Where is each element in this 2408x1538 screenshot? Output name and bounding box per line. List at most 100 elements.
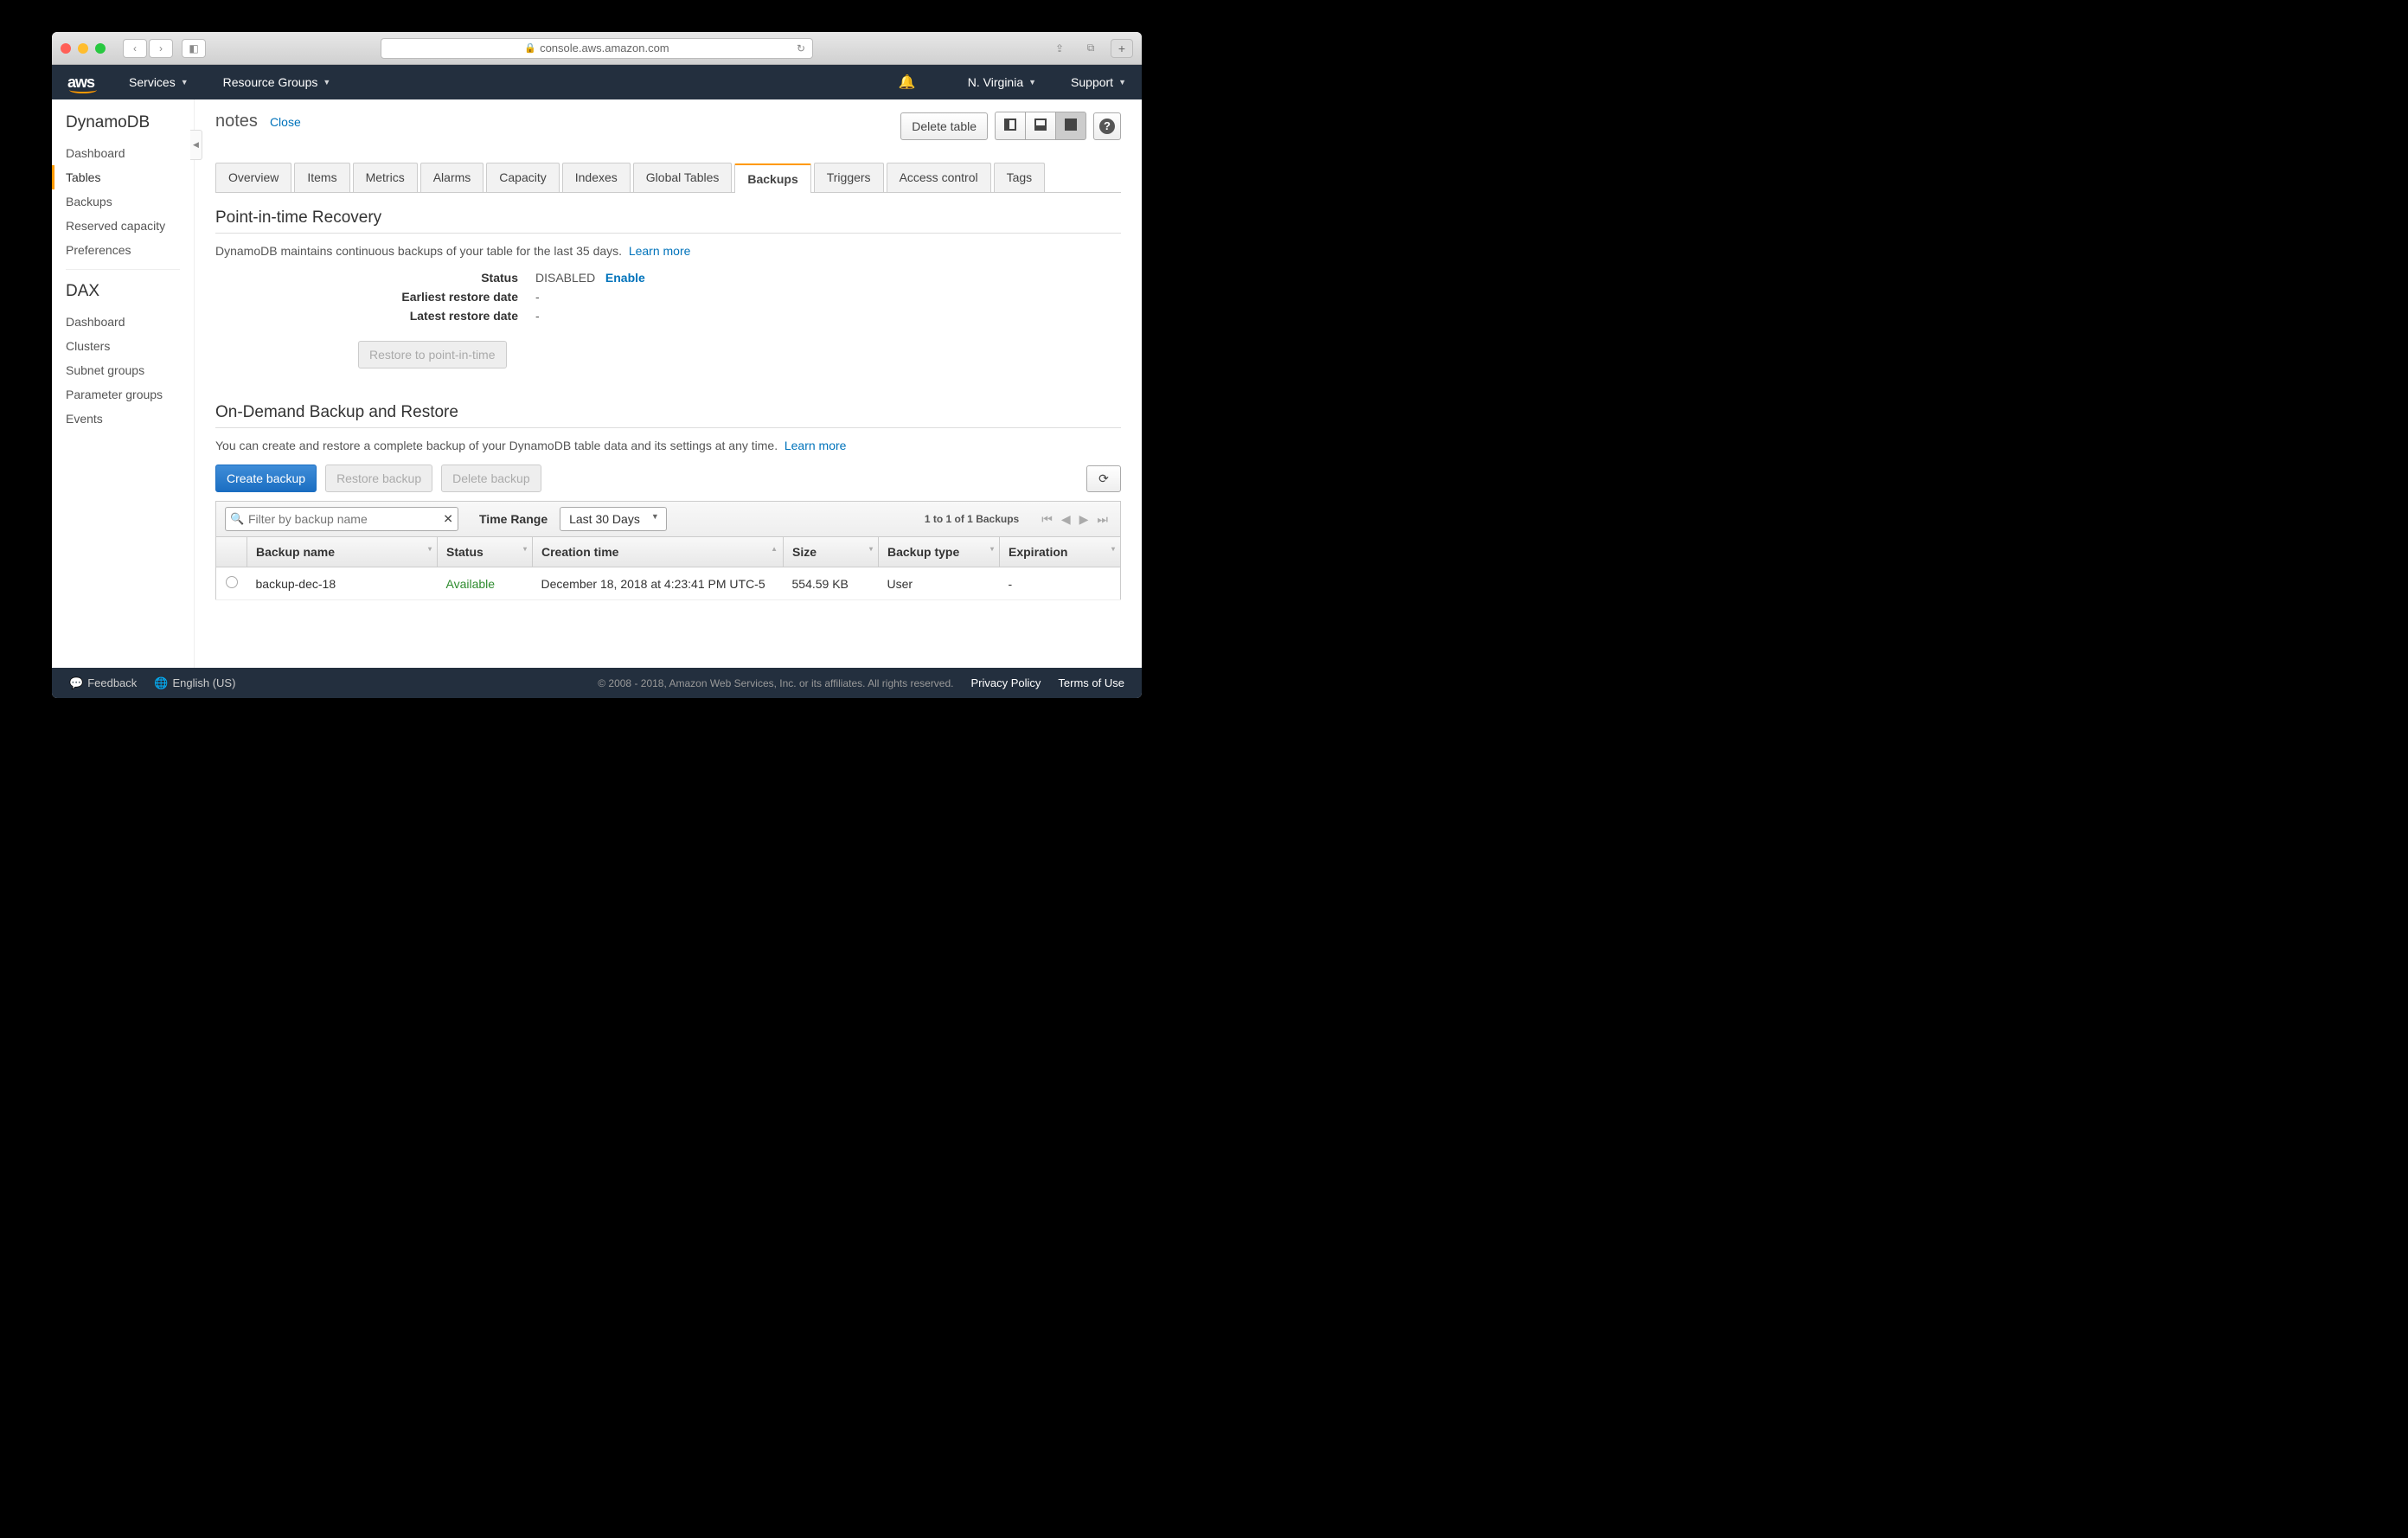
pager-last-button[interactable]: ⏭ <box>1093 512 1111 527</box>
maximize-window-button[interactable] <box>95 43 106 54</box>
delete-table-button[interactable]: Delete table <box>900 112 988 140</box>
refresh-button[interactable]: ⟳ <box>1086 465 1121 492</box>
sidebar-item-backups[interactable]: Backups <box>52 189 194 214</box>
tab-metrics[interactable]: Metrics <box>353 163 418 192</box>
create-backup-button[interactable]: Create backup <box>215 465 317 492</box>
help-icon: ? <box>1099 119 1115 134</box>
sidebar-item-tables[interactable]: Tables <box>52 165 194 189</box>
clear-filter-button[interactable]: ✕ <box>443 512 453 527</box>
pitr-status-label: Status <box>215 271 535 285</box>
column-backup-type[interactable]: Backup type▾ <box>879 537 1000 567</box>
forward-button[interactable]: › <box>149 39 173 58</box>
column-status[interactable]: Status▾ <box>438 537 533 567</box>
tab-items[interactable]: Items <box>294 163 349 192</box>
tab-access-control[interactable]: Access control <box>887 163 991 192</box>
close-window-button[interactable] <box>61 43 71 54</box>
layout-bottom-button[interactable] <box>1025 112 1055 140</box>
sidebar-heading-dax: DAX <box>52 277 194 306</box>
tab-overview[interactable]: Overview <box>215 163 291 192</box>
terms-link[interactable]: Terms of Use <box>1058 676 1124 689</box>
sort-icon: ▾ <box>990 545 994 553</box>
pager-first-button[interactable]: ⏮ <box>1038 512 1056 527</box>
tab-capacity[interactable]: Capacity <box>486 163 559 192</box>
sidebar-item-clusters[interactable]: Clusters <box>52 334 194 358</box>
region-menu[interactable]: N. Virginia ▼ <box>968 75 1036 89</box>
sidebar-item-subnet-groups[interactable]: Subnet groups <box>52 358 194 382</box>
globe-icon: 🌐 <box>154 676 168 690</box>
pager-next-button[interactable]: ▶ <box>1076 512 1092 527</box>
expiration-cell: - <box>1000 567 1121 600</box>
help-button[interactable]: ? <box>1093 112 1121 140</box>
pitr-learn-more-link[interactable]: Learn more <box>629 244 691 258</box>
tab-backups[interactable]: Backups <box>734 163 810 193</box>
backups-table: Backup name▾Status▾Creation time▲Size▾Ba… <box>215 537 1121 600</box>
close-link[interactable]: Close <box>270 115 301 129</box>
sidebar-item-dashboard[interactable]: Dashboard <box>52 310 194 334</box>
refresh-icon: ⟳ <box>1098 471 1109 486</box>
panel-bottom-icon <box>1034 119 1047 131</box>
column-creation-time[interactable]: Creation time▲ <box>533 537 784 567</box>
sort-icon: ▾ <box>1111 545 1115 553</box>
pager-info: 1 to 1 of 1 Backups <box>925 513 1019 525</box>
column-size[interactable]: Size▾ <box>784 537 879 567</box>
creation-cell: December 18, 2018 at 4:23:41 PM UTC-5 <box>533 567 784 600</box>
share-button[interactable]: ⇪ <box>1048 39 1071 58</box>
tab-global-tables[interactable]: Global Tables <box>633 163 733 192</box>
sidebar-item-dashboard[interactable]: Dashboard <box>52 141 194 165</box>
address-bar[interactable]: 🔒 console.aws.amazon.com ↻ <box>381 38 813 59</box>
restore-backup-button: Restore backup <box>325 465 432 492</box>
time-range-label: Time Range <box>479 512 548 526</box>
chevron-down-icon: ▼ <box>181 78 189 87</box>
column-backup-name[interactable]: Backup name▾ <box>247 537 438 567</box>
sort-icon: ▾ <box>428 545 432 553</box>
feedback-link[interactable]: 💬 Feedback <box>69 676 137 690</box>
tab-triggers[interactable]: Triggers <box>814 163 884 192</box>
address-text: console.aws.amazon.com <box>540 42 669 54</box>
layout-left-button[interactable] <box>995 112 1025 140</box>
notifications-button[interactable]: 🔔 <box>899 74 916 91</box>
sidebar: ◀ DynamoDB DashboardTablesBackupsReserve… <box>52 99 195 668</box>
tab-indexes[interactable]: Indexes <box>562 163 631 192</box>
layout-full-button[interactable] <box>1055 112 1086 140</box>
resource-groups-menu[interactable]: Resource Groups ▼ <box>223 75 331 89</box>
backup-name-cell: backup-dec-18 <box>247 567 438 600</box>
pitr-latest-value: - <box>535 309 540 323</box>
sidebar-icon: ◧ <box>189 42 198 54</box>
tabs-button[interactable]: ⧉ <box>1079 39 1102 58</box>
tab-tags[interactable]: Tags <box>994 163 1046 192</box>
pitr-enable-link[interactable]: Enable <box>605 271 645 285</box>
sidebar-item-reserved-capacity[interactable]: Reserved capacity <box>52 214 194 238</box>
tab-alarms[interactable]: Alarms <box>420 163 484 192</box>
search-icon: 🔍 <box>230 512 244 526</box>
sidebar-toggle-button[interactable]: ◧ <box>182 39 206 58</box>
ondemand-learn-more-link[interactable]: Learn more <box>785 439 847 452</box>
language-selector[interactable]: 🌐 English (US) <box>154 676 235 690</box>
support-menu[interactable]: Support ▼ <box>1071 75 1126 89</box>
ondemand-title: On-Demand Backup and Restore <box>215 403 1121 428</box>
content: notes Close Delete table ? OverviewItems… <box>195 99 1142 668</box>
sidebar-item-events[interactable]: Events <box>52 407 194 431</box>
sidebar-item-preferences[interactable]: Preferences <box>52 238 194 262</box>
chevron-down-icon: ▼ <box>323 78 330 87</box>
sort-icon: ▾ <box>869 545 873 553</box>
minimize-window-button[interactable] <box>78 43 88 54</box>
pitr-title: Point-in-time Recovery <box>215 208 1121 234</box>
traffic-lights <box>61 43 106 54</box>
time-range-select[interactable]: Last 30 Days <box>560 507 667 531</box>
back-button[interactable]: ‹ <box>123 39 147 58</box>
sidebar-item-parameter-groups[interactable]: Parameter groups <box>52 382 194 407</box>
filter-input[interactable] <box>225 507 458 531</box>
pager-prev-button[interactable]: ◀ <box>1058 512 1074 527</box>
services-menu[interactable]: Services ▼ <box>129 75 189 89</box>
browser-titlebar: ‹ › ◧ 🔒 console.aws.amazon.com ↻ ⇪ ⧉ + <box>52 32 1142 65</box>
panel-full-icon <box>1065 119 1077 131</box>
new-tab-button[interactable]: + <box>1111 39 1133 58</box>
reload-icon[interactable]: ↻ <box>797 42 805 54</box>
column-expiration[interactable]: Expiration▾ <box>1000 537 1121 567</box>
footer: 💬 Feedback 🌐 English (US) © 2008 - 2018,… <box>52 668 1142 698</box>
row-radio[interactable] <box>226 576 238 588</box>
privacy-link[interactable]: Privacy Policy <box>971 676 1041 689</box>
tabs: OverviewItemsMetricsAlarmsCapacityIndexe… <box>215 163 1121 193</box>
table-row[interactable]: backup-dec-18AvailableDecember 18, 2018 … <box>216 567 1121 600</box>
aws-logo[interactable]: aws <box>67 74 94 92</box>
